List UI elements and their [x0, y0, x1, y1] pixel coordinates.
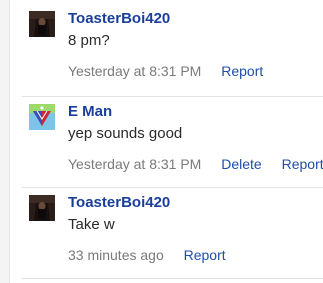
comment-author[interactable]: ToasterBoi420: [68, 10, 170, 28]
comment-thread: ToasterBoi420 8 pm? Yesterday at 8:31 PM…: [0, 0, 323, 283]
comment-timestamp: 33 minutes ago: [68, 247, 164, 263]
report-link[interactable]: Report: [282, 156, 323, 172]
comment-body: 8 pm?: [68, 32, 110, 49]
toaster-avatar[interactable]: [29, 11, 55, 37]
comment-timestamp: Yesterday at 8:31 PM: [68, 156, 202, 172]
toaster-avatar[interactable]: [29, 195, 55, 221]
comment-item: ToasterBoi420 Take w 33 minutes ago Repo…: [22, 188, 323, 280]
comment-meta: Yesterday at 8:31 PM Report: [68, 62, 263, 80]
delete-link[interactable]: Delete: [221, 156, 261, 172]
comment-body: Take w: [68, 216, 115, 233]
comment-meta: 33 minutes ago Report: [68, 246, 226, 264]
divider: [22, 278, 323, 279]
comment-meta: Yesterday at 8:31 PM Delete Report: [68, 155, 323, 173]
comment-author[interactable]: E Man: [68, 103, 112, 121]
comment-item: E Man yep sounds good Yesterday at 8:31 …: [22, 97, 323, 189]
comment-author[interactable]: ToasterBoi420: [68, 194, 170, 212]
comment-item: ToasterBoi420 8 pm? Yesterday at 8:31 PM…: [22, 4, 323, 96]
comment-body: yep sounds good: [68, 125, 183, 142]
report-link[interactable]: Report: [221, 63, 263, 79]
comment-timestamp: Yesterday at 8:31 PM: [68, 63, 202, 79]
left-rail: [0, 0, 10, 283]
gem-avatar[interactable]: [29, 104, 55, 130]
report-link[interactable]: Report: [184, 247, 226, 263]
